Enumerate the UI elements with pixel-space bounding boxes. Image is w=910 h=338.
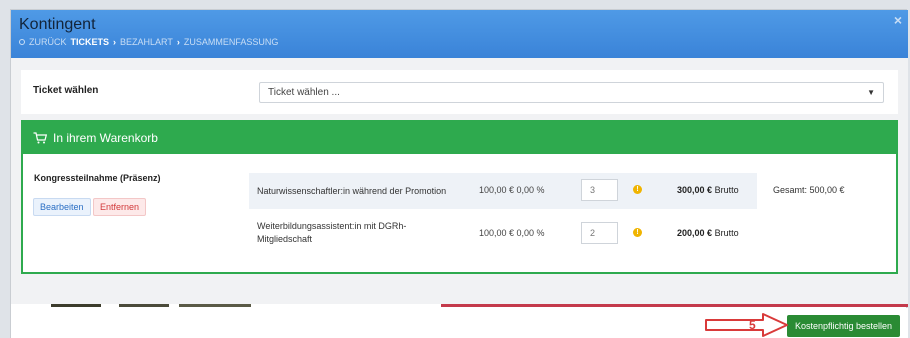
product-name: Kongressteilnahme (Präsenz)	[34, 173, 161, 183]
item-price: 100,00 € 0,00 %	[479, 185, 545, 195]
modal-title: Kontingent	[19, 16, 96, 33]
remove-button[interactable]: Entfernen	[93, 198, 147, 216]
quantity-input[interactable]: 3	[581, 179, 618, 201]
background-image-strip	[441, 304, 908, 307]
chevron-right-icon: ›	[113, 37, 117, 47]
item-sum: 300,00 €	[677, 185, 713, 195]
item-sum: 200,00 €	[677, 228, 713, 238]
breadcrumb: ZURÜCK TICKETS › BEZAHLART › ZUSAMMENFAS…	[19, 37, 278, 47]
shopping-cart-icon	[33, 132, 47, 144]
cart-panel: In ihrem Warenkorb Kongressteilnahme (Pr…	[21, 120, 898, 274]
breadcrumb-bezahlart[interactable]: BEZAHLART	[120, 37, 173, 47]
close-icon[interactable]: ×	[894, 12, 902, 28]
item-suffix: Brutto	[714, 185, 739, 195]
item-total: 200,00 € Brutto	[677, 228, 739, 238]
ticket-label: Ticket wählen	[33, 85, 99, 96]
background-image-strip	[119, 304, 169, 307]
item-description: Naturwissenschaftler:in während der Prom…	[257, 186, 447, 196]
breadcrumb-back[interactable]: ZURÜCK	[29, 37, 67, 47]
background-image-strip	[179, 304, 251, 307]
back-icon	[19, 39, 25, 45]
item-suffix: Brutto	[714, 228, 739, 238]
item-description: Weiterbildungsassistent:in mit DGRh-Mitg…	[257, 221, 407, 244]
background-image-strip	[51, 304, 101, 307]
item-total: 300,00 € Brutto	[677, 185, 739, 195]
breadcrumb-zusammenfassung[interactable]: ZUSAMMENFASSUNG	[184, 37, 279, 47]
kontingent-modal: Kontingent ZURÜCK TICKETS › BEZAHLART › …	[10, 9, 908, 338]
chevron-right-icon: ›	[176, 37, 180, 47]
cart-item-row: Naturwissenschaftler:in während der Prom…	[249, 173, 757, 209]
quantity-input[interactable]: 2	[581, 222, 618, 244]
cart-title: In ihrem Warenkorb	[53, 131, 158, 145]
annotation-step-number: 5	[749, 318, 756, 332]
ticket-select[interactable]: Ticket wählen ... ▼	[259, 82, 884, 103]
warning-icon: !	[633, 185, 642, 194]
breadcrumb-tickets[interactable]: TICKETS	[71, 37, 110, 47]
order-button[interactable]: Kostenpflichtig bestellen	[786, 315, 900, 337]
cart-header: In ihrem Warenkorb	[23, 122, 896, 154]
warning-icon: !	[633, 228, 642, 237]
annotation-arrow-icon: 5	[705, 313, 788, 337]
item-price: 100,00 € 0,00 %	[479, 228, 545, 238]
ticket-select-value: Ticket wählen ...	[268, 87, 340, 98]
cart-total: Gesamt: 500,00 €	[773, 185, 845, 195]
ticket-select-row: Ticket wählen Ticket wählen ... ▼	[21, 70, 898, 114]
cart-item-row: Weiterbildungsassistent:in mit DGRh-Mitg…	[249, 216, 757, 252]
edit-button[interactable]: Bearbeiten	[33, 198, 91, 216]
caret-down-icon: ▼	[867, 88, 875, 97]
modal-header: Kontingent ZURÜCK TICKETS › BEZAHLART › …	[11, 10, 908, 58]
